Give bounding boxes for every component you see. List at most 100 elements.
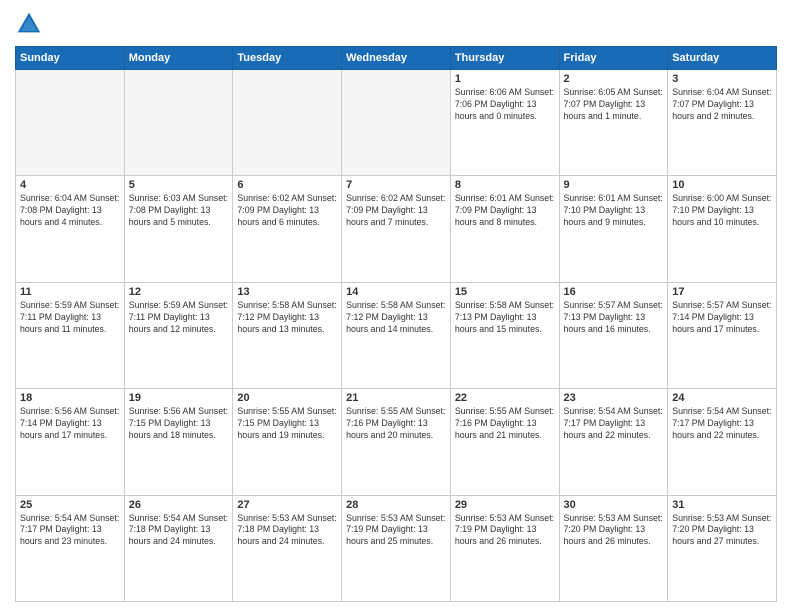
weekday-header-sunday: Sunday [16,47,125,70]
day-number: 30 [564,499,664,511]
day-info: Sunrise: 5:57 AM Sunset: 7:13 PM Dayligh… [564,300,664,336]
weekday-header-tuesday: Tuesday [233,47,342,70]
calendar-table: SundayMondayTuesdayWednesdayThursdayFrid… [15,46,777,602]
day-number: 29 [455,499,555,511]
day-info: Sunrise: 6:03 AM Sunset: 7:08 PM Dayligh… [129,193,229,229]
calendar-cell: 21 Sunrise: 5:55 AM Sunset: 7:16 PM Dayli… [342,389,451,495]
weekday-header-thursday: Thursday [450,47,559,70]
calendar-week-row-1: 1 Sunrise: 6:06 AM Sunset: 7:06 PM Daylig… [16,70,777,176]
calendar-cell: 10Sunrise: 6:00 AM Sunset: 7:10 PM Dayli… [668,176,777,282]
day-info: Sunrise: 5:57 AM Sunset: 7:14 PM Dayligh… [672,300,772,336]
calendar-cell: 24 Sunrise: 5:54 AM Sunset: 7:17 PM Dayli… [668,389,777,495]
calendar-cell: 29 Sunrise: 5:53 AM Sunset: 7:19 PM Dayli… [450,495,559,601]
calendar-cell [233,70,342,176]
day-info: Sunrise: 5:56 AM Sunset: 7:15 PM Dayligh… [129,406,229,442]
logo-icon [15,10,43,38]
day-number: 24 [672,392,772,404]
calendar-cell: 3 Sunrise: 6:04 AM Sunset: 7:07 PM Daylig… [668,70,777,176]
calendar-cell: 30 Sunrise: 5:53 AM Sunset: 7:20 PM Dayli… [559,495,668,601]
day-info: Sunrise: 5:58 AM Sunset: 7:13 PM Dayligh… [455,300,555,336]
day-info: Sunrise: 6:04 AM Sunset: 7:07 PM Dayligh… [672,87,772,123]
day-info: Sunrise: 5:53 AM Sunset: 7:19 PM Dayligh… [346,513,446,549]
day-number: 4 [20,179,120,191]
calendar-cell: 28Sunrise: 5:53 AM Sunset: 7:19 PM Dayli… [342,495,451,601]
calendar-week-row-2: 4 Sunrise: 6:04 AM Sunset: 7:08 PM Daylig… [16,176,777,282]
day-info: Sunrise: 5:55 AM Sunset: 7:15 PM Dayligh… [237,406,337,442]
day-info: Sunrise: 5:58 AM Sunset: 7:12 PM Dayligh… [346,300,446,336]
day-info: Sunrise: 5:53 AM Sunset: 7:20 PM Dayligh… [564,513,664,549]
day-info: Sunrise: 5:56 AM Sunset: 7:14 PM Dayligh… [20,406,120,442]
day-info: Sunrise: 6:02 AM Sunset: 7:09 PM Dayligh… [346,193,446,229]
calendar-week-row-3: 11 Sunrise: 5:59 AM Sunset: 7:11 PM Dayli… [16,282,777,388]
day-number: 20 [237,392,337,404]
day-number: 27 [237,499,337,511]
calendar-cell: 6 Sunrise: 6:02 AM Sunset: 7:09 PM Daylig… [233,176,342,282]
day-info: Sunrise: 5:59 AM Sunset: 7:11 PM Dayligh… [20,300,120,336]
page: SundayMondayTuesdayWednesdayThursdayFrid… [0,0,792,612]
day-number: 15 [455,286,555,298]
calendar-cell: 11 Sunrise: 5:59 AM Sunset: 7:11 PM Dayli… [16,282,125,388]
day-number: 3 [672,73,772,85]
day-number: 9 [564,179,664,191]
day-number: 7 [346,179,446,191]
day-info: Sunrise: 6:01 AM Sunset: 7:09 PM Dayligh… [455,193,555,229]
calendar-cell: 13 Sunrise: 5:58 AM Sunset: 7:12 PM Dayli… [233,282,342,388]
calendar-cell: 14Sunrise: 5:58 AM Sunset: 7:12 PM Dayli… [342,282,451,388]
calendar-cell: 19Sunrise: 5:56 AM Sunset: 7:15 PM Dayli… [124,389,233,495]
header [15,10,777,38]
calendar-cell: 31 Sunrise: 5:53 AM Sunset: 7:20 PM Dayli… [668,495,777,601]
day-number: 21 [346,392,446,404]
day-info: Sunrise: 6:02 AM Sunset: 7:09 PM Dayligh… [237,193,337,229]
day-number: 6 [237,179,337,191]
day-info: Sunrise: 5:54 AM Sunset: 7:17 PM Dayligh… [564,406,664,442]
calendar-cell [16,70,125,176]
day-number: 1 [455,73,555,85]
day-info: Sunrise: 6:04 AM Sunset: 7:08 PM Dayligh… [20,193,120,229]
day-number: 2 [564,73,664,85]
weekday-header-wednesday: Wednesday [342,47,451,70]
calendar-week-row-5: 25Sunrise: 5:54 AM Sunset: 7:17 PM Dayli… [16,495,777,601]
calendar-cell: 2 Sunrise: 6:05 AM Sunset: 7:07 PM Daylig… [559,70,668,176]
calendar-cell: 27 Sunrise: 5:53 AM Sunset: 7:18 PM Dayli… [233,495,342,601]
day-number: 11 [20,286,120,298]
day-number: 12 [129,286,229,298]
calendar-cell: 4 Sunrise: 6:04 AM Sunset: 7:08 PM Daylig… [16,176,125,282]
calendar-cell: 9Sunrise: 6:01 AM Sunset: 7:10 PM Daylig… [559,176,668,282]
weekday-header-monday: Monday [124,47,233,70]
day-info: Sunrise: 6:05 AM Sunset: 7:07 PM Dayligh… [564,87,664,123]
calendar-cell: 12 Sunrise: 5:59 AM Sunset: 7:11 PM Dayli… [124,282,233,388]
day-number: 25 [20,499,120,511]
day-info: Sunrise: 5:53 AM Sunset: 7:19 PM Dayligh… [455,513,555,549]
calendar-cell: 15 Sunrise: 5:58 AM Sunset: 7:13 PM Dayli… [450,282,559,388]
day-number: 31 [672,499,772,511]
weekday-header-saturday: Saturday [668,47,777,70]
day-number: 5 [129,179,229,191]
day-info: Sunrise: 6:06 AM Sunset: 7:06 PM Dayligh… [455,87,555,123]
calendar-cell: 8 Sunrise: 6:01 AM Sunset: 7:09 PM Daylig… [450,176,559,282]
day-number: 16 [564,286,664,298]
day-info: Sunrise: 5:55 AM Sunset: 7:16 PM Dayligh… [455,406,555,442]
calendar-cell: 26Sunrise: 5:54 AM Sunset: 7:18 PM Dayli… [124,495,233,601]
day-info: Sunrise: 5:53 AM Sunset: 7:20 PM Dayligh… [672,513,772,549]
day-number: 17 [672,286,772,298]
day-info: Sunrise: 5:53 AM Sunset: 7:18 PM Dayligh… [237,513,337,549]
calendar-cell: 18 Sunrise: 5:56 AM Sunset: 7:14 PM Dayli… [16,389,125,495]
day-number: 13 [237,286,337,298]
day-info: Sunrise: 5:54 AM Sunset: 7:17 PM Dayligh… [672,406,772,442]
day-number: 8 [455,179,555,191]
calendar-cell: 17 Sunrise: 5:57 AM Sunset: 7:14 PM Dayli… [668,282,777,388]
day-info: Sunrise: 5:55 AM Sunset: 7:16 PM Dayligh… [346,406,446,442]
calendar-cell [124,70,233,176]
calendar-cell: 16 Sunrise: 5:57 AM Sunset: 7:13 PM Dayli… [559,282,668,388]
calendar-cell [342,70,451,176]
day-number: 26 [129,499,229,511]
day-number: 23 [564,392,664,404]
weekday-header-row: SundayMondayTuesdayWednesdayThursdayFrid… [16,47,777,70]
logo [15,10,47,38]
calendar-cell: 20 Sunrise: 5:55 AM Sunset: 7:15 PM Dayli… [233,389,342,495]
day-info: Sunrise: 5:59 AM Sunset: 7:11 PM Dayligh… [129,300,229,336]
day-info: Sunrise: 5:58 AM Sunset: 7:12 PM Dayligh… [237,300,337,336]
calendar-cell: 23 Sunrise: 5:54 AM Sunset: 7:17 PM Dayli… [559,389,668,495]
calendar-cell: 7 Sunrise: 6:02 AM Sunset: 7:09 PM Daylig… [342,176,451,282]
day-number: 18 [20,392,120,404]
